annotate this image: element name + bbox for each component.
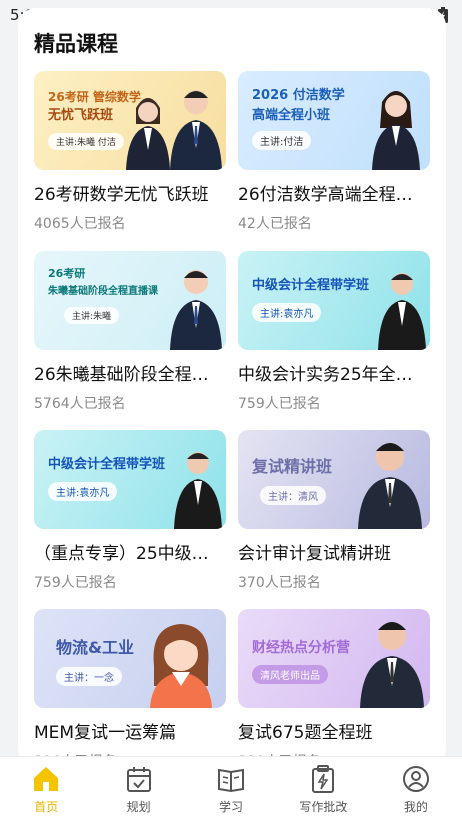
course-title: 26朱曦基础阶段全程…	[34, 365, 209, 385]
teacher-photo	[378, 273, 426, 350]
thumb-title: 26考研	[48, 267, 86, 280]
thumb-title: 财经热点分析营	[252, 640, 350, 656]
course-thumbnail: 26考研 管综数学 无忧飞跃班 主讲:朱曦 付洁	[34, 71, 226, 170]
course-card[interactable]: 财经热点分析营 清风老师出品 复试675题全程班 320人已报名	[238, 609, 430, 768]
tab-label: 首页	[34, 799, 59, 814]
section-title: 精品课程	[34, 32, 118, 56]
course-thumbnail: 中级会计全程带学班 主讲:袁亦凡	[34, 430, 226, 529]
course-card[interactable]: 26考研 朱曦基础阶段全程直播课 主讲:朱曦 26朱曦基础阶段全程… 5764人…	[34, 251, 226, 413]
enroll-count: 759人已报名	[34, 575, 117, 591]
course-card[interactable]: 2026 付洁数学 高端全程小班 主讲:付洁 26付洁数学高端全程… 42人已报…	[238, 71, 430, 233]
teacher-photo	[360, 622, 424, 708]
tab-label: 规划	[126, 799, 151, 814]
course-thumbnail: 物流&工业 主讲：一念	[34, 609, 226, 708]
course-card[interactable]: 中级会计全程带学班 主讲:袁亦凡 中级会计实务25年全… 759人已报名	[238, 251, 430, 413]
teacher-illustration	[150, 624, 212, 708]
teacher-photo	[174, 452, 222, 529]
tab-profile[interactable]: 我的	[370, 757, 462, 821]
thumb-badge: 清风老师出品	[252, 665, 328, 684]
thumb-title: 物流&工业	[56, 638, 134, 657]
thumb-subtitle: 高端全程小班	[252, 108, 331, 123]
teacher-photo	[170, 90, 222, 170]
book-icon	[218, 768, 245, 792]
tab-writing[interactable]: 写作批改	[277, 757, 369, 821]
thumb-badge: 主讲：一念	[56, 667, 122, 686]
thumb-subtitle: 无忧飞跃班	[48, 108, 114, 123]
clipboard-icon	[312, 764, 335, 793]
tab-study[interactable]: 学习	[185, 757, 277, 821]
thumb-title: 2026 付洁数学	[252, 88, 345, 103]
thumb-badge: 主讲:袁亦凡	[252, 303, 322, 322]
course-thumbnail: 复试精讲班 主讲：清风	[238, 430, 430, 529]
course-panel: 精品课程 26考研 管综数学 无忧飞跃班 主讲:朱曦 付洁 26考研数学无忧飞跃…	[18, 8, 446, 768]
thumb-badge: 主讲:朱曦	[64, 307, 120, 324]
calendar-icon	[126, 766, 151, 792]
thumb-badge: 主讲:袁亦凡	[48, 482, 118, 501]
teacher-photo	[358, 443, 422, 529]
course-title: 26考研数学无忧飞跃班	[34, 185, 209, 205]
tab-label: 我的	[403, 799, 428, 814]
enroll-count: 42人已报名	[238, 216, 312, 232]
enroll-count: 5764人已报名	[34, 396, 126, 412]
teacher-photo	[170, 270, 222, 350]
course-thumbnail: 财经热点分析营 清风老师出品	[238, 609, 430, 708]
course-title: （重点专享）25中级…	[34, 544, 209, 564]
course-thumbnail: 中级会计全程带学班 主讲:袁亦凡	[238, 251, 430, 350]
enroll-count: 370人已报名	[238, 575, 321, 591]
course-card[interactable]: 复试精讲班 主讲：清风 会计审计复试精讲班 370人已报名	[238, 430, 430, 592]
course-thumbnail: 2026 付洁数学 高端全程小班 主讲:付洁	[238, 71, 430, 170]
course-title: 复试675题全程班	[238, 723, 373, 743]
thumb-badge: 主讲:朱曦 付洁	[48, 133, 124, 150]
course-title: 会计审计复试精讲班	[238, 544, 391, 564]
home-icon	[34, 766, 59, 791]
thumb-title: 中级会计全程带学班	[252, 278, 370, 293]
course-title: 中级会计实务25年全…	[238, 365, 413, 385]
course-title: MEM复试一运筹篇	[34, 723, 177, 743]
thumb-subtitle: 朱曦基础阶段全程直播课	[48, 286, 158, 297]
thumb-badge: 主讲：清风	[260, 486, 326, 505]
teacher-photo	[372, 91, 420, 170]
course-card[interactable]: 物流&工业 主讲：一念 MEM复试一运筹篇 316人已报名	[34, 609, 226, 768]
thumb-badge: 主讲:付洁	[252, 131, 312, 150]
enroll-count: 4065人已报名	[34, 216, 126, 232]
user-icon	[402, 765, 429, 792]
bottom-tab-bar: 首页 规划 学习 写作批改 我的	[0, 756, 462, 821]
tab-label: 学习	[219, 799, 244, 814]
tab-plan[interactable]: 规划	[92, 757, 184, 821]
course-title: 26付洁数学高端全程…	[238, 185, 413, 205]
course-card[interactable]: 26考研 管综数学 无忧飞跃班 主讲:朱曦 付洁 26考研数学无忧飞跃班 406…	[34, 71, 226, 233]
thumb-title: 复试精讲班	[252, 457, 333, 476]
enroll-count: 759人已报名	[238, 396, 321, 412]
course-card[interactable]: 中级会计全程带学班 主讲:袁亦凡 （重点专享）25中级… 759人已报名	[34, 430, 226, 592]
tab-label: 写作批改	[299, 799, 348, 814]
teacher-photo	[126, 98, 170, 170]
thumb-title: 中级会计全程带学班	[48, 457, 166, 472]
tab-home[interactable]: 首页	[0, 757, 92, 821]
course-thumbnail: 26考研 朱曦基础阶段全程直播课 主讲:朱曦	[34, 251, 226, 350]
